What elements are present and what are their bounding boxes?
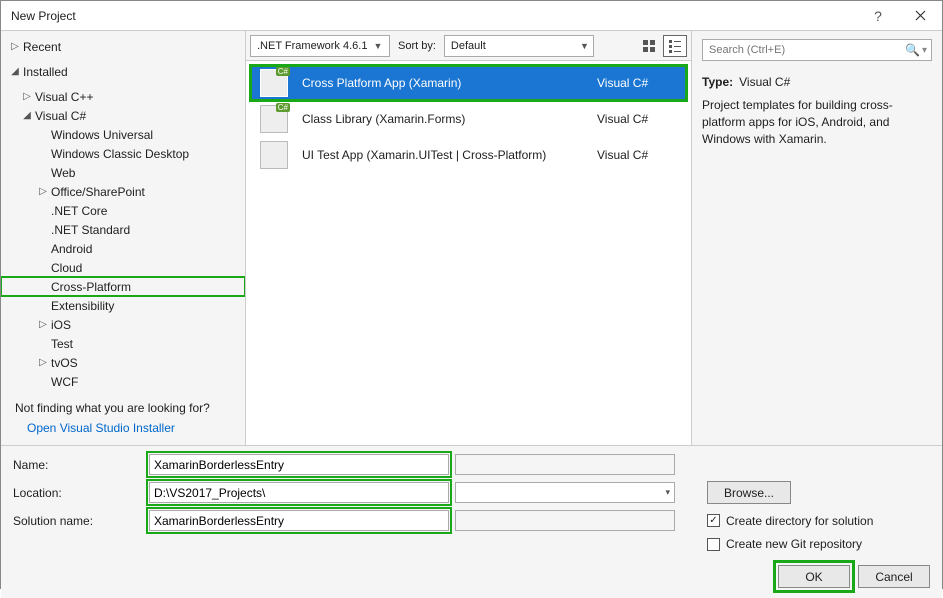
search-input[interactable] <box>707 43 905 57</box>
dialog-footer: OK Cancel <box>1 561 942 598</box>
type-label: Type: <box>702 75 733 89</box>
tree-item-tvos[interactable]: ▷ tvOS <box>1 353 245 372</box>
chevron-down-icon: ▼ <box>580 41 589 51</box>
list-icon <box>668 39 682 53</box>
detail-pane: 🔍 ▾ Type: Visual C# Project templates fo… <box>692 31 942 445</box>
checkbox-label: Create directory for solution <box>726 514 873 528</box>
category-tree: ▷ Recent ◢ Installed ▷ Visual C++ ◢ <box>1 31 246 445</box>
tree-item[interactable]: .NET Core <box>1 201 245 220</box>
sort-value: Default <box>451 40 486 52</box>
tree-item[interactable]: WCF <box>1 372 245 391</box>
browse-button[interactable]: Browse... <box>707 481 791 504</box>
close-icon <box>915 10 926 21</box>
chevron-down-icon: ▼ <box>373 41 382 51</box>
template-name: UI Test App (Xamarin.UITest | Cross-Plat… <box>302 148 597 162</box>
template-name: Class Library (Xamarin.Forms) <box>302 112 597 126</box>
ok-button[interactable]: OK <box>778 565 850 588</box>
help-button[interactable]: ? <box>858 8 898 24</box>
sort-label: Sort by: <box>394 40 440 52</box>
titlebar: New Project ? <box>1 1 942 31</box>
checkbox-label: Create new Git repository <box>726 537 862 551</box>
form-area: Name: Location: ▾ Browse... Solution nam… <box>1 445 942 561</box>
template-lang: Visual C# <box>597 112 677 126</box>
template-pane: .NET Framework 4.6.1 ▼ Sort by: Default … <box>246 31 692 445</box>
tree-item[interactable]: Windows Universal <box>1 125 245 144</box>
template-icon: C# <box>260 105 288 133</box>
tree-label: Visual C++ <box>35 90 93 104</box>
create-git-checkbox[interactable]: Create new Git repository <box>707 537 862 551</box>
template-item[interactable]: C# Cross Platform App (Xamarin) Visual C… <box>250 65 687 101</box>
checkbox-icon <box>707 538 720 551</box>
tree-visual-cpp[interactable]: ▷ Visual C++ <box>1 87 245 106</box>
tree-recent[interactable]: ▷ Recent <box>1 37 245 56</box>
chevron-right-icon: ▷ <box>37 357 49 369</box>
new-project-dialog: New Project ? ▷ Recent ◢ Installed <box>0 0 943 589</box>
close-button[interactable] <box>898 1 942 31</box>
template-name: Cross Platform App (Xamarin) <box>302 76 597 90</box>
template-icon: C# <box>260 69 288 97</box>
name-input-ext <box>455 454 675 475</box>
template-item[interactable]: C# Class Library (Xamarin.Forms) Visual … <box>250 101 687 137</box>
tree-label: Recent <box>23 40 61 54</box>
create-dir-checkbox[interactable]: ✓ Create directory for solution <box>707 514 873 528</box>
tree-item[interactable]: Extensibility <box>1 296 245 315</box>
tree-visual-cs[interactable]: ◢ Visual C# <box>1 106 245 125</box>
template-item[interactable]: UI Test App (Xamarin.UITest | Cross-Plat… <box>250 137 687 173</box>
location-combo[interactable]: ▾ <box>455 482 675 503</box>
view-tiles-button[interactable] <box>637 35 661 57</box>
chevron-down-icon: ▾ <box>922 45 927 56</box>
chevron-right-icon: ▷ <box>21 91 33 103</box>
chevron-right-icon: ▷ <box>37 186 49 198</box>
template-toolbar: .NET Framework 4.6.1 ▼ Sort by: Default … <box>246 31 691 61</box>
cancel-button[interactable]: Cancel <box>858 565 930 588</box>
type-value: Visual C# <box>739 75 790 89</box>
name-label: Name: <box>13 458 143 472</box>
sort-combo[interactable]: Default ▼ <box>444 35 594 57</box>
location-label: Location: <box>13 486 143 500</box>
chevron-right-icon: ▷ <box>9 41 21 53</box>
chevron-down-icon: ◢ <box>21 110 33 122</box>
template-list: C# Cross Platform App (Xamarin) Visual C… <box>246 61 691 177</box>
view-list-button[interactable] <box>663 35 687 57</box>
framework-value: .NET Framework 4.6.1 <box>257 40 367 52</box>
tree-item-cross-platform[interactable]: Cross-Platform <box>1 277 245 296</box>
open-installer-link[interactable]: Open Visual Studio Installer <box>1 419 245 445</box>
name-input[interactable] <box>149 454 449 475</box>
search-icon: 🔍 <box>905 43 920 57</box>
framework-combo[interactable]: .NET Framework 4.6.1 ▼ <box>250 35 390 57</box>
tree-item[interactable]: Android <box>1 239 245 258</box>
tree-label: Visual C# <box>35 109 86 123</box>
tree-item[interactable]: Windows Classic Desktop <box>1 144 245 163</box>
checkbox-icon: ✓ <box>707 514 720 527</box>
tiles-icon <box>642 39 656 53</box>
search-box[interactable]: 🔍 ▾ <box>702 39 932 61</box>
template-lang: Visual C# <box>597 76 677 90</box>
tree-item[interactable]: Cloud <box>1 258 245 277</box>
chevron-down-icon: ▾ <box>665 487 670 498</box>
location-input[interactable] <box>149 482 449 503</box>
solution-label: Solution name: <box>13 514 143 528</box>
template-description: Project templates for building cross-pla… <box>702 97 932 147</box>
tree-label: Installed <box>23 65 68 79</box>
tree-item[interactable]: Test <box>1 334 245 353</box>
not-finding-label: Not finding what you are looking for? <box>1 391 245 419</box>
tree-item-ios[interactable]: ▷ iOS <box>1 315 245 334</box>
template-icon <box>260 141 288 169</box>
solution-input[interactable] <box>149 510 449 531</box>
template-lang: Visual C# <box>597 148 677 162</box>
tree-installed[interactable]: ◢ Installed <box>1 62 245 81</box>
chevron-right-icon: ▷ <box>37 319 49 331</box>
tree-item-office[interactable]: ▷ Office/SharePoint <box>1 182 245 201</box>
tree-item[interactable]: Web <box>1 163 245 182</box>
window-title: New Project <box>1 9 86 23</box>
chevron-down-icon: ◢ <box>9 66 21 78</box>
solution-input-ext <box>455 510 675 531</box>
tree-item[interactable]: .NET Standard <box>1 220 245 239</box>
